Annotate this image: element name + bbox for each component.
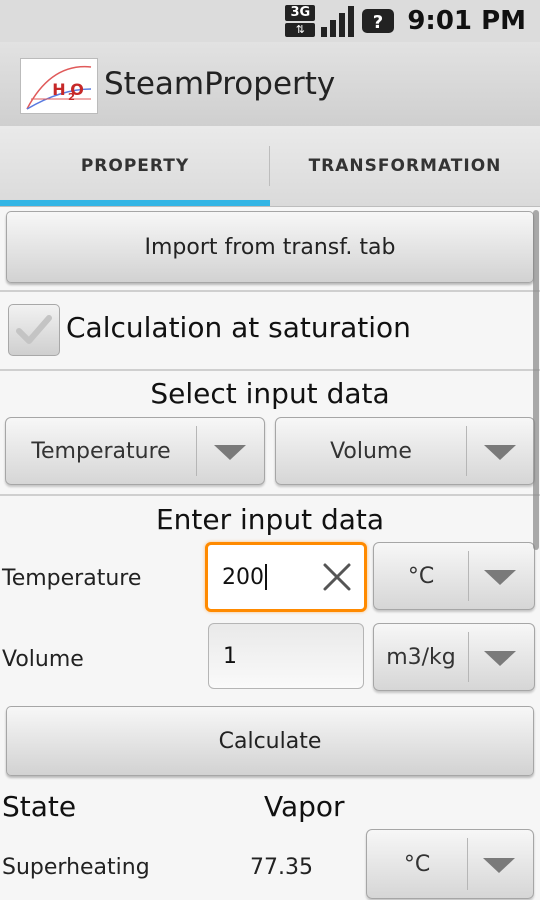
volume-input[interactable]: 1	[208, 623, 364, 689]
chevron-down-icon	[484, 570, 516, 585]
volume-unit-spinner[interactable]: m3/kg	[373, 623, 535, 691]
select-input-heading: Select input data	[150, 377, 390, 410]
text-cursor	[265, 564, 267, 590]
divider	[0, 494, 540, 496]
divider	[0, 290, 540, 292]
input-type-spinner-1[interactable]: Temperature	[5, 417, 265, 485]
app-logo-icon: H 2 O	[20, 58, 98, 114]
status-time: 9:01 PM	[407, 6, 526, 36]
temperature-label: Temperature	[2, 566, 142, 591]
tab-transformation[interactable]: TRANSFORMATION	[270, 126, 540, 206]
checkmark-icon	[16, 315, 52, 344]
app-title-bar: H 2 O SteamProperty	[0, 42, 540, 126]
clear-icon[interactable]	[322, 562, 352, 592]
status-bar: 3G ⇅ ? 9:01 PM	[0, 0, 540, 42]
chevron-down-icon	[214, 445, 246, 460]
superheating-unit-spinner[interactable]: °C	[366, 829, 534, 899]
superheating-value: 77.35	[250, 855, 313, 880]
signal-bars-icon	[321, 6, 355, 37]
volume-label: Volume	[2, 647, 84, 672]
tab-property[interactable]: PROPERTY	[0, 126, 270, 206]
volume-value: 1	[223, 643, 237, 669]
enter-input-heading: Enter input data	[155, 503, 385, 536]
saturation-checkbox[interactable]	[8, 304, 60, 356]
app-title: SteamProperty	[104, 66, 336, 102]
saturation-label: Calculation at saturation	[66, 311, 411, 344]
volume-unit-value: m3/kg	[386, 644, 456, 670]
state-value: Vapor	[264, 790, 345, 823]
active-tab-indicator	[0, 200, 270, 206]
spinner-2-value: Volume	[330, 438, 412, 464]
chevron-down-icon	[484, 651, 516, 666]
network-3g-icon: 3G ⇅	[285, 5, 316, 37]
temperature-unit-value: °C	[407, 563, 435, 589]
tab-bar: PROPERTY TRANSFORMATION	[0, 126, 540, 207]
state-label: State	[2, 790, 77, 823]
divider	[0, 369, 540, 371]
superheating-unit-value: °C	[403, 851, 431, 877]
network-type-label: 3G	[285, 5, 316, 21]
chevron-down-icon	[483, 858, 515, 873]
status-icons: 3G ⇅ ? 9:01 PM	[285, 4, 526, 38]
calculate-button[interactable]: Calculate	[6, 706, 534, 776]
temperature-unit-spinner[interactable]: °C	[373, 542, 535, 610]
chevron-down-icon	[484, 445, 516, 460]
svg-text:?: ?	[373, 12, 383, 33]
scrollbar[interactable]	[533, 210, 539, 550]
svg-text:H: H	[52, 80, 65, 99]
superheating-label: Superheating	[2, 855, 150, 880]
svg-text:O: O	[70, 80, 84, 99]
import-button[interactable]: Import from transf. tab	[6, 211, 534, 283]
temperature-input[interactable]: 200	[205, 542, 367, 612]
spinner-1-value: Temperature	[31, 438, 171, 464]
property-panel: Import from transf. tab Calculation at s…	[0, 207, 540, 900]
temperature-value: 200	[222, 564, 264, 590]
input-type-spinner-2[interactable]: Volume	[275, 417, 535, 485]
help-icon: ?	[362, 9, 395, 33]
